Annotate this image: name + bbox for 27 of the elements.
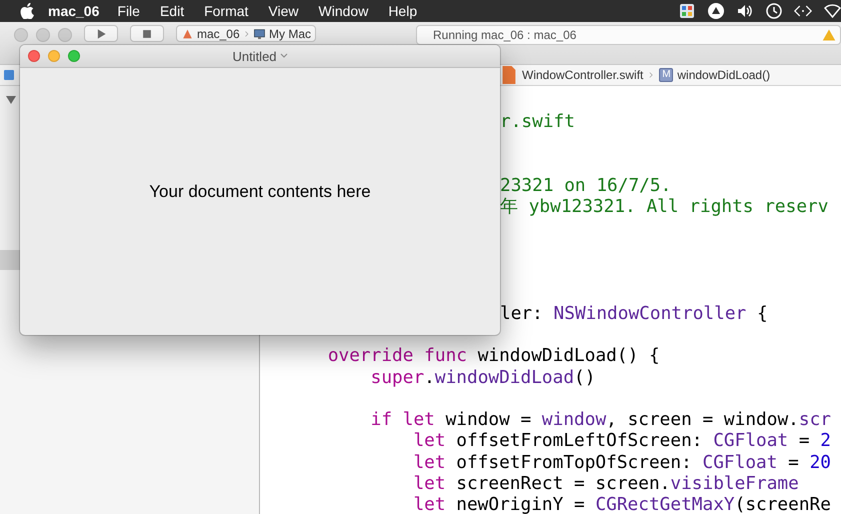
status-text: Running mac_06 : mac_06 [433, 28, 578, 42]
code-line: let offsetFromLeftOfScreen: CGFloat = 2 [413, 430, 831, 452]
code-line: r.swift [500, 111, 575, 132]
app-menu[interactable]: mac_06 [48, 3, 100, 19]
menu-item[interactable]: View [268, 3, 299, 19]
window-title: Untitled [232, 48, 277, 64]
method-badge: M [659, 68, 674, 82]
code-line: if let window = window, screen = window.scr [370, 409, 831, 430]
scheme-label: My Mac [269, 26, 312, 40]
code-line: super.windowDidLoad() [370, 366, 596, 388]
document-text: Your document contents here [149, 182, 371, 202]
menu-item[interactable]: Format [204, 3, 248, 19]
menu-item[interactable]: File [117, 3, 140, 19]
code-line: override func windowDidLoad() { [328, 345, 660, 367]
code-line: 年 ybw123321. All rights reserv [500, 196, 828, 218]
code-line: ler: NSWindowController { [500, 302, 768, 324]
breadcrumb-item[interactable]: windowDidLoad() [677, 68, 770, 82]
code-line: let screenRect = screen.visibleFrame [413, 473, 799, 494]
code-line: let offsetFromTopOfScreen: CGFloat = 20 [413, 452, 831, 474]
scheme-label: mac_06 [196, 26, 240, 40]
breadcrumb-item[interactable]: WindowController.swift [522, 68, 644, 82]
scheme-selector[interactable]: mac_06 My Mac [176, 25, 316, 42]
menu-item[interactable]: Help [388, 3, 418, 19]
menu-item[interactable]: Window [318, 3, 368, 19]
menu-item[interactable]: Edit [160, 3, 184, 19]
code-line: 23321 on 16/7/5. [500, 174, 672, 196]
code-line: let newOriginY = CGRectGetMaxY(screenRe [413, 494, 831, 514]
